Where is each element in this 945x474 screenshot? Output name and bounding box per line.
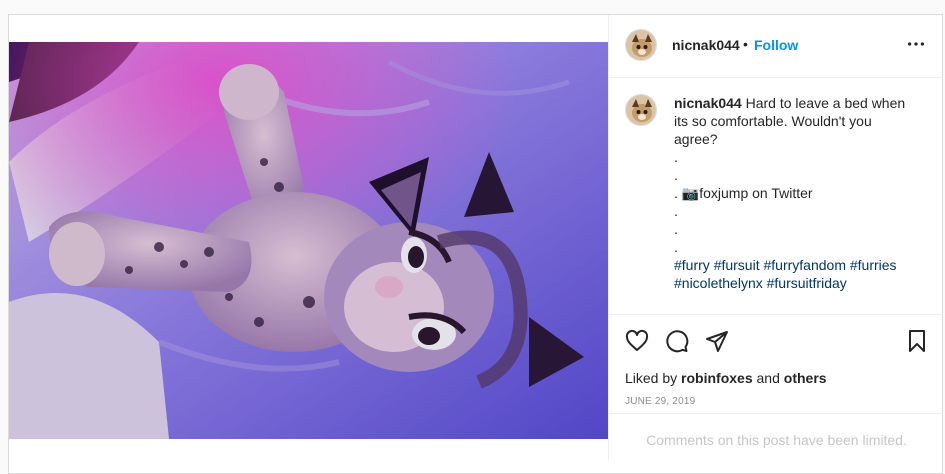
post-header: nicnak044 • Follow (609, 15, 944, 78)
heart-icon[interactable] (625, 329, 649, 353)
photo-credit: foxjump on Twitter (699, 185, 813, 201)
hashtag-link[interactable]: #furry (674, 257, 710, 273)
liked-by-user[interactable]: robinfoxes (681, 370, 753, 386)
caption-dot: . (674, 221, 678, 237)
comment-icon[interactable] (665, 329, 689, 353)
post-date[interactable]: JUNE 29, 2019 (625, 396, 695, 407)
follow-button[interactable]: Follow (754, 37, 798, 53)
post-author-username[interactable]: nicnak044 (672, 37, 740, 53)
post-card: nicnak044 • Follow nicnak044 Hard to lea… (8, 14, 944, 474)
likes-and: and (756, 370, 780, 386)
post-sidebar: nicnak044 • Follow nicnak044 Hard to lea… (608, 15, 944, 461)
hashtag-link[interactable]: #furries (850, 257, 897, 273)
caption-dot: . (674, 167, 678, 183)
more-horizontal-icon[interactable] (905, 33, 927, 55)
liked-by-others[interactable]: others (784, 370, 827, 386)
likes-prefix: Liked by (625, 370, 678, 386)
caption-avatar[interactable] (625, 94, 657, 126)
caption-dot: . (674, 185, 678, 201)
caption-area: nicnak044 Hard to leave a bed when its s… (609, 78, 944, 314)
hashtag-link[interactable]: #furryfandom (764, 257, 846, 273)
hashtags: #furry #fursuit #furryfandom #furries #n… (674, 256, 914, 292)
post-photo[interactable] (9, 42, 608, 439)
post-actions (609, 314, 944, 367)
camera-emoji: 📷 (681, 185, 700, 201)
post-caption: nicnak044 Hard to leave a bed when its s… (674, 94, 914, 292)
hashtag-link[interactable]: #fursuit (714, 257, 760, 273)
avatar[interactable] (625, 29, 657, 61)
caption-dot: . (674, 239, 678, 255)
caption-dot: . (674, 149, 678, 165)
post-media (9, 15, 608, 462)
separator-dot: • (743, 36, 748, 52)
caption-dot: . (674, 203, 678, 219)
caption-username[interactable]: nicnak044 (674, 95, 742, 111)
paper-plane-icon[interactable] (705, 329, 729, 353)
bookmark-icon[interactable] (905, 329, 929, 353)
comments-limited-notice: Comments on this post have been limited. (609, 413, 944, 462)
hashtag-link[interactable]: #nicolethelynx (674, 275, 763, 291)
likes-summary: Liked by robinfoxes and others (625, 370, 827, 386)
hashtag-link[interactable]: #fursuitfriday (767, 275, 847, 291)
